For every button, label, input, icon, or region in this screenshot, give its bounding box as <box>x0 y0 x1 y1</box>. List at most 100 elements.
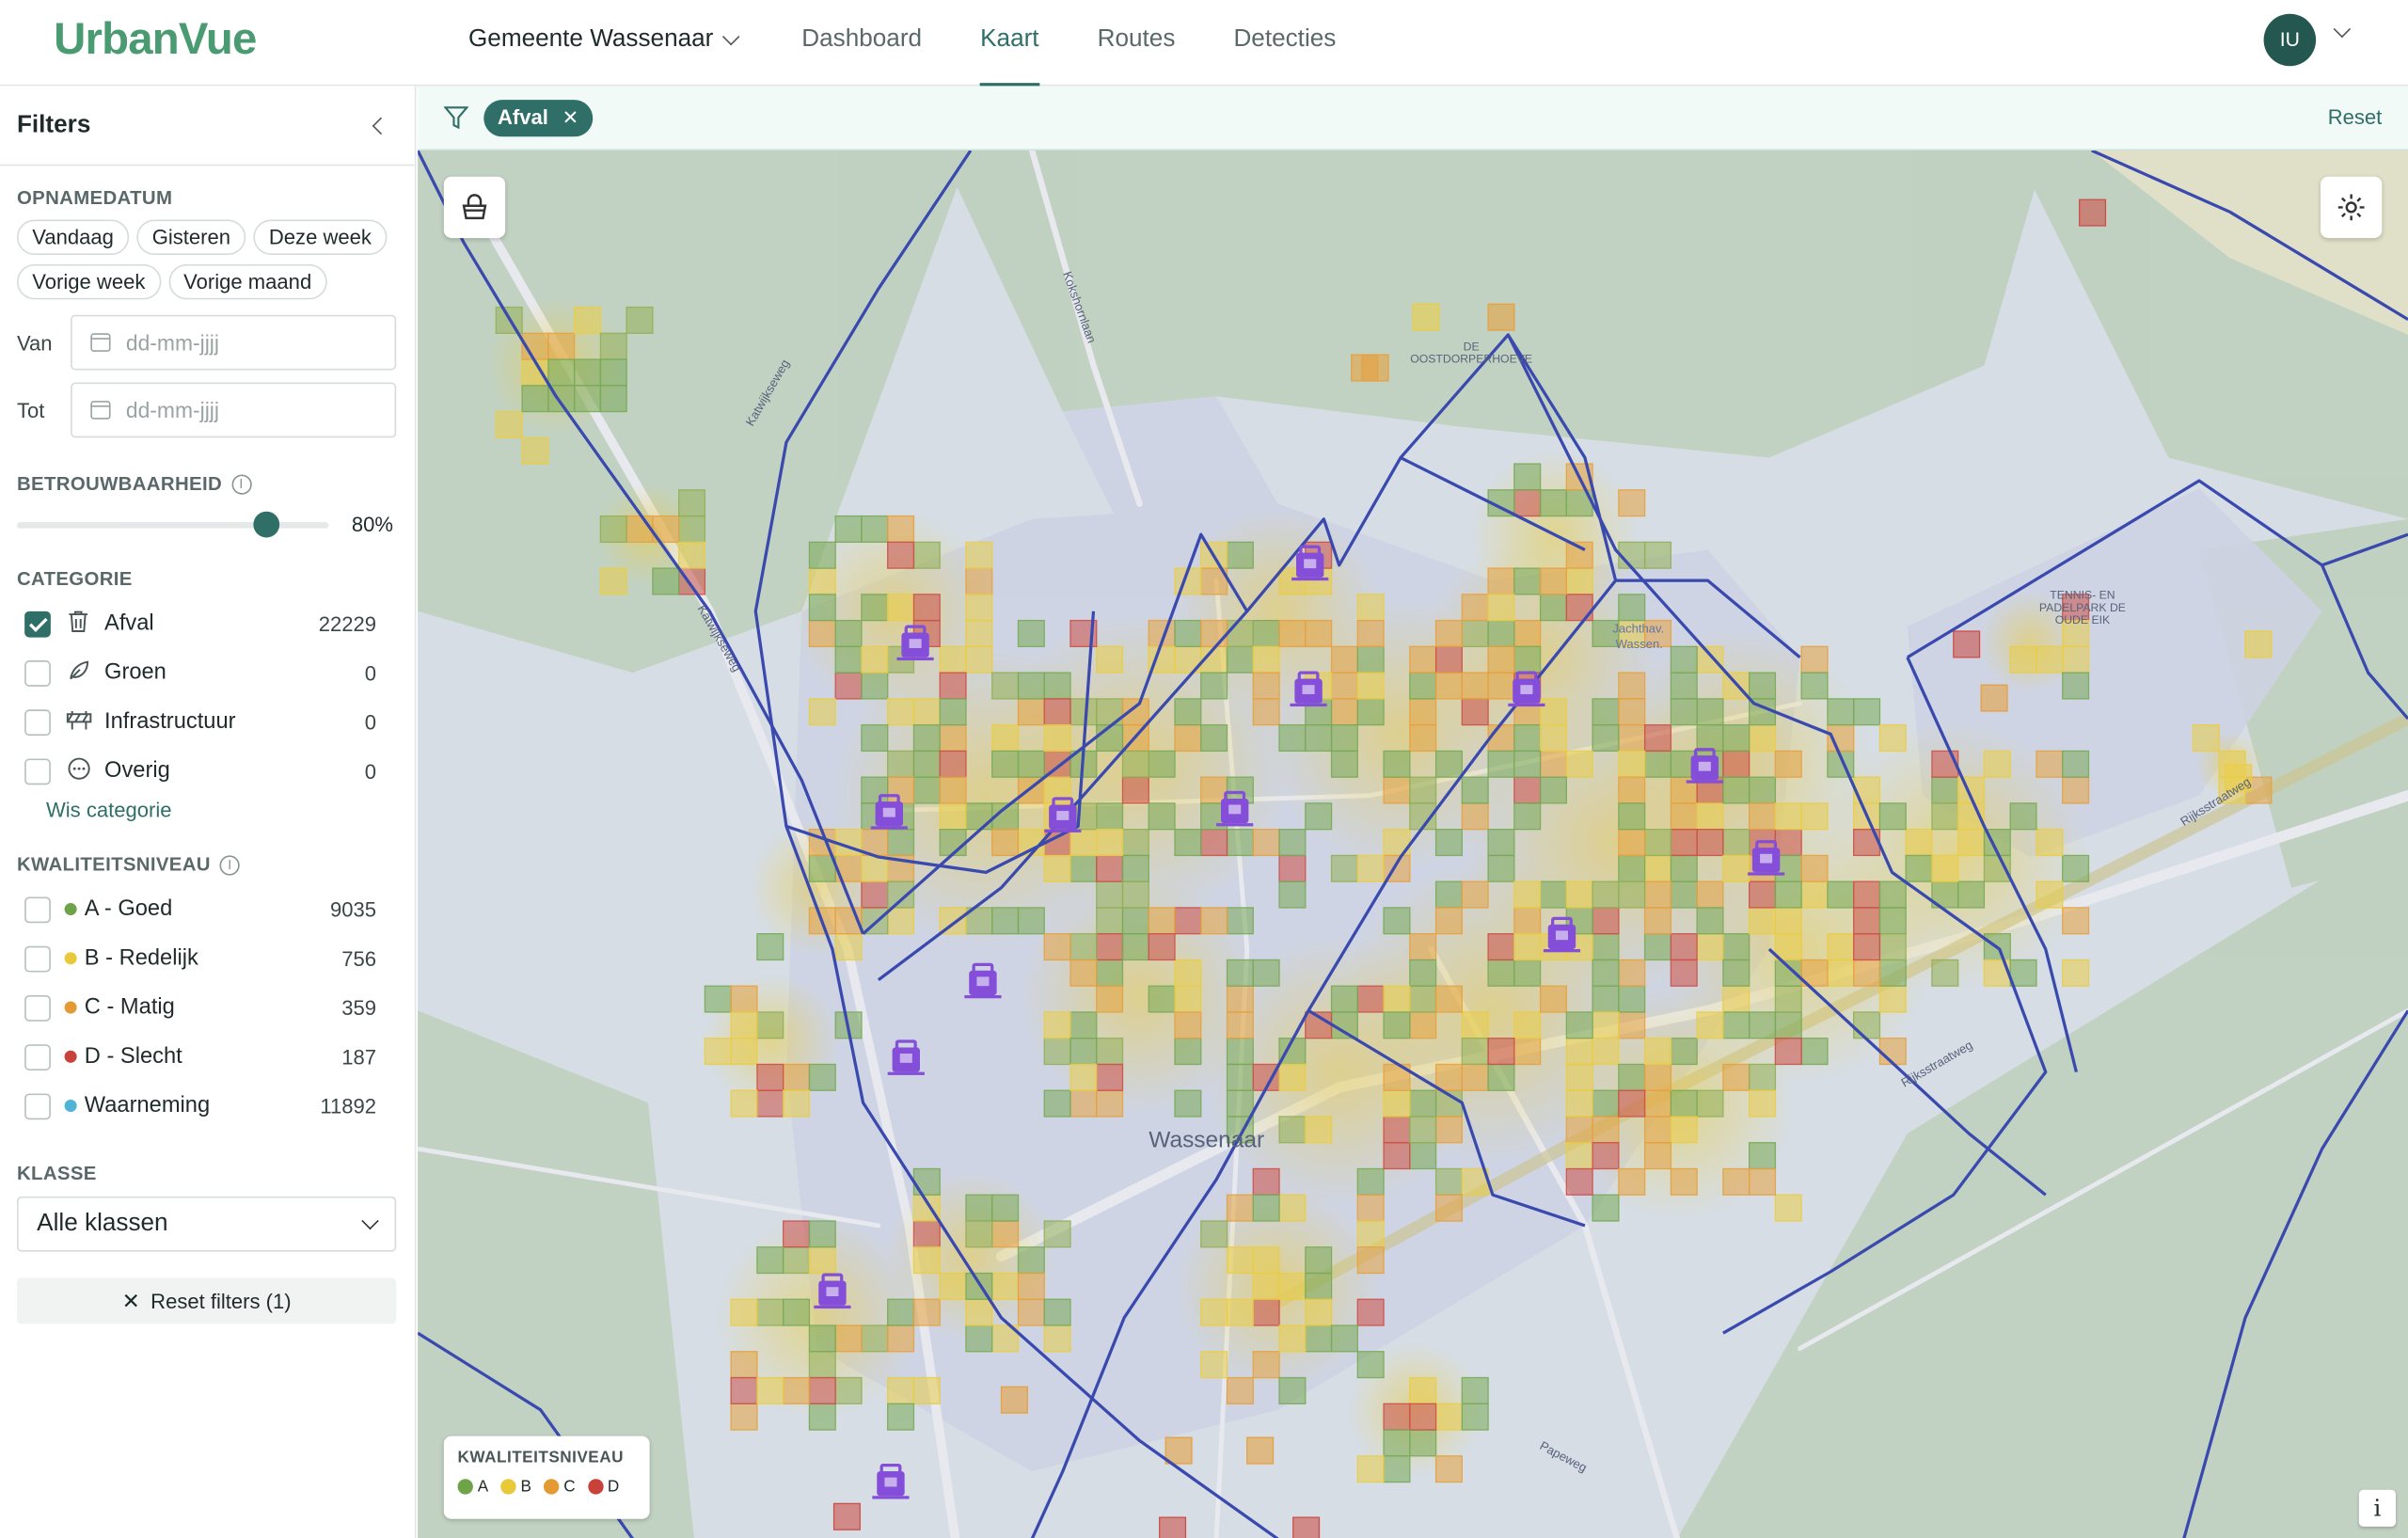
quality-row-d[interactable]: D - Slecht 187 <box>12 1032 398 1081</box>
chip-vorige-maand[interactable]: Vorige maand <box>167 263 327 300</box>
from-placeholder: dd-mm-jjjj <box>125 330 219 356</box>
category-label: Overig <box>104 758 170 784</box>
chip-deze-week[interactable]: Deze week <box>253 219 388 256</box>
calendar-icon <box>90 333 111 352</box>
user-menu-chevron-icon[interactable] <box>2333 20 2352 39</box>
collapse-sidebar-icon[interactable] <box>361 106 398 143</box>
map-canvas[interactable]: Wassenaar DE OOSTDORPERHOEVE TENNIS- EN … <box>418 151 2408 1538</box>
quality-row-a[interactable]: A - Goed 9035 <box>12 884 398 933</box>
basket-icon <box>462 194 487 220</box>
org-selector[interactable]: Gemeente Wassenaar <box>467 25 741 54</box>
sidebar-title: Filters <box>16 111 91 138</box>
confidence-value: 80% <box>351 513 394 536</box>
quality-count: 11892 <box>320 1094 377 1118</box>
category-row-groen[interactable]: Groen 0 <box>12 648 398 697</box>
quality-count: 9035 <box>329 897 377 921</box>
chevron-down-icon <box>722 27 741 46</box>
confidence-slider-row: 80% <box>16 510 398 537</box>
klasse-select[interactable]: Alle klassen <box>16 1196 397 1252</box>
nav-detecties[interactable]: Detecties <box>1233 0 1336 86</box>
checkbox-quality-c[interactable] <box>24 994 51 1021</box>
to-date-input[interactable]: dd-mm-jjjj <box>71 382 397 438</box>
category-label: Afval <box>104 610 154 636</box>
reset-filters-button[interactable]: ✕ Reset filters (1) <box>16 1277 397 1324</box>
quality-dot <box>64 1001 77 1014</box>
map-legend: KWALITEITSNIVEAU A B C D <box>443 1435 650 1519</box>
quality-count: 359 <box>341 995 377 1020</box>
reset-link[interactable]: Reset <box>2328 106 2383 129</box>
category-count: 0 <box>364 759 377 783</box>
checkbox-afval[interactable] <box>24 610 51 637</box>
close-icon: ✕ <box>121 1288 140 1313</box>
quality-count: 187 <box>341 1045 377 1069</box>
trash-icon <box>66 610 90 637</box>
chip-gisteren[interactable]: Gisteren <box>136 219 246 256</box>
category-count: 0 <box>364 710 377 734</box>
filter-icon <box>443 106 468 130</box>
chip-vandaag[interactable]: Vandaag <box>16 219 130 256</box>
checkbox-infrastructuur[interactable] <box>24 708 51 736</box>
confidence-title: BETROUWBAARHEID <box>16 472 223 495</box>
nav-kaart[interactable]: Kaart <box>980 0 1039 87</box>
map-view[interactable]: Wassenaar DE OOSTDORPERHOEVE TENNIS- EN … <box>418 151 2408 1538</box>
checkbox-quality-a[interactable] <box>24 896 51 923</box>
quality-row-c[interactable]: C - Matig 359 <box>12 983 398 1032</box>
legend-item-c: C <box>544 1478 576 1496</box>
remove-filter-icon[interactable]: ✕ <box>562 105 579 130</box>
nav-dashboard[interactable]: Dashboard <box>801 0 922 86</box>
category-row-afval[interactable]: Afval 22229 <box>12 599 398 648</box>
clear-category-link[interactable]: Wis categorie <box>46 799 398 821</box>
user-avatar[interactable]: IU <box>2263 13 2317 67</box>
category-count: 0 <box>364 660 377 685</box>
reset-filters-label: Reset filters (1) <box>150 1289 292 1313</box>
filters-sidebar: Filters OPNAMEDATUM Vandaag Gisteren Dez… <box>0 86 417 1538</box>
klasse-title: KLASSE <box>16 1162 97 1184</box>
quality-count: 756 <box>341 946 377 971</box>
date-chips: Vandaag Gisteren Deze week Vorige week V… <box>16 219 398 300</box>
gear-icon <box>2337 194 2365 221</box>
quality-dot <box>64 1050 77 1063</box>
main-nav: Dashboard Kaart Routes Detecties <box>801 0 1394 87</box>
quality-label: Waarneming <box>84 1093 211 1118</box>
quality-label: C - Matig <box>84 994 175 1021</box>
brand-logo[interactable]: UrbanVue <box>54 15 257 66</box>
quality-label: A - Goed <box>84 896 173 922</box>
chip-vorige-week[interactable]: Vorige week <box>16 263 161 300</box>
category-row-infrastructuur[interactable]: Infrastructuur 0 <box>12 697 398 746</box>
category-row-overig[interactable]: Overig 0 <box>12 746 398 795</box>
info-icon[interactable]: i <box>230 473 252 494</box>
checkbox-overig[interactable] <box>24 757 51 785</box>
active-filter-label: Afval <box>497 105 548 130</box>
category-title: CATEGORIE <box>16 568 133 590</box>
layers-button[interactable] <box>443 176 506 239</box>
org-name: Gemeente Wassenaar <box>467 25 714 53</box>
legend-item-d: D <box>587 1478 619 1496</box>
category-label: Groen <box>104 660 166 686</box>
klasse-value: Alle klassen <box>37 1210 168 1237</box>
active-filter-bar: Afval ✕ Reset <box>418 86 2408 151</box>
chevron-down-icon <box>361 1212 379 1230</box>
checkbox-groen[interactable] <box>24 659 51 687</box>
nav-routes[interactable]: Routes <box>1098 0 1176 86</box>
quality-row-waarneming[interactable]: Waarneming 11892 <box>12 1081 398 1130</box>
barrier-icon <box>66 708 92 735</box>
slider-thumb[interactable] <box>254 510 280 537</box>
legend-item-b: B <box>500 1478 531 1496</box>
map-settings-button[interactable] <box>2321 176 2383 239</box>
checkbox-waarneming[interactable] <box>24 1092 51 1119</box>
checkbox-quality-d[interactable] <box>24 1043 51 1070</box>
checkbox-quality-b[interactable] <box>24 944 51 972</box>
category-count: 22229 <box>318 611 377 636</box>
quality-section: KWALITEITSNIVEAU i <box>17 854 398 876</box>
from-label: Van <box>16 330 53 355</box>
confidence-slider[interactable] <box>16 510 329 537</box>
quality-dot <box>64 952 77 965</box>
quality-row-b[interactable]: B - Redelijk 756 <box>12 934 398 983</box>
info-icon[interactable]: i <box>219 854 240 875</box>
active-filter-pill[interactable]: Afval ✕ <box>483 99 594 136</box>
map-info-button[interactable]: i <box>2358 1489 2397 1527</box>
to-label: Tot <box>16 398 45 422</box>
from-date-input[interactable]: dd-mm-jjjj <box>71 314 397 371</box>
legend-title: KWALITEITSNIVEAU <box>457 1448 624 1467</box>
date-section-title: OPNAMEDATUM <box>16 187 173 210</box>
